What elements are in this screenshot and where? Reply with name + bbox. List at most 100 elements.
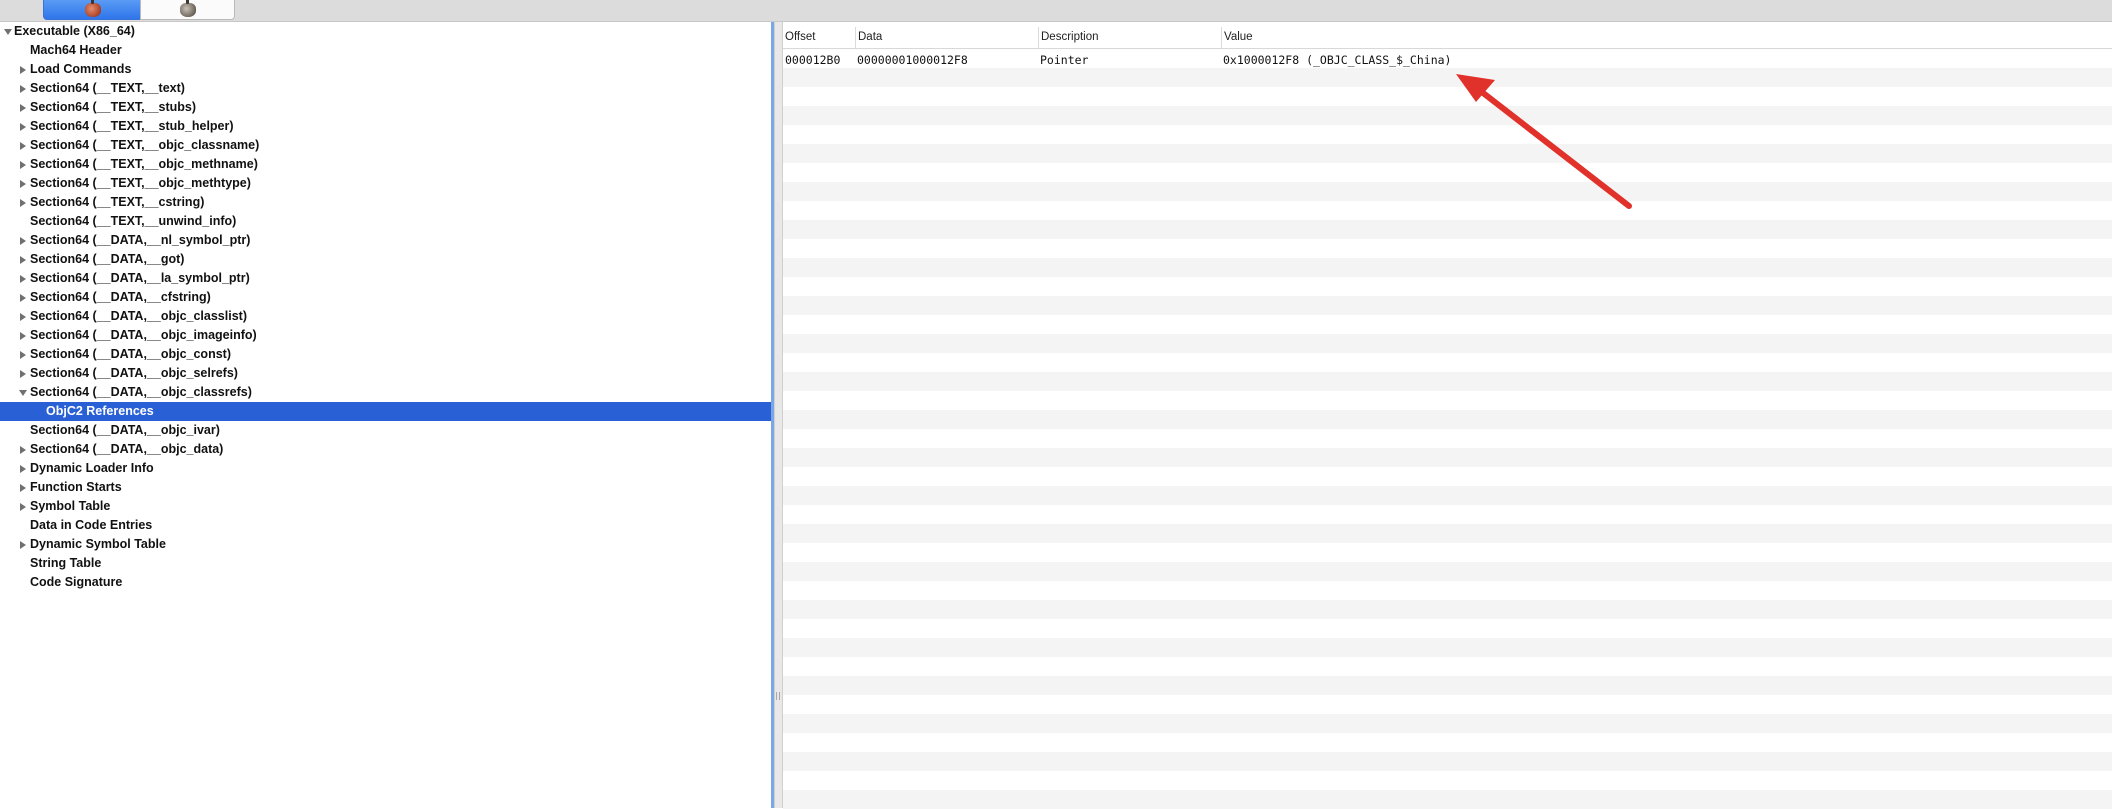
table-header: Offset Data Description Value [783, 27, 2112, 49]
tree-item[interactable]: Section64 (__DATA,__objc_classlist) [0, 307, 771, 326]
tree-item-label: Section64 (__TEXT,__objc_methname) [30, 157, 258, 171]
tree-item[interactable]: ObjC2 References [0, 402, 771, 421]
disclosure-triangle-right-icon[interactable] [20, 85, 26, 93]
tree-item-label: Section64 (__DATA,__la_symbol_ptr) [30, 271, 250, 285]
table-stripe [783, 144, 2112, 163]
disclosure-triangle-right-icon[interactable] [20, 313, 26, 321]
disclosure-triangle-right-icon[interactable] [20, 503, 26, 511]
table-stripe [783, 486, 2112, 505]
table-stripe [783, 372, 2112, 391]
tree-item[interactable]: Function Starts [0, 478, 771, 497]
tree-item[interactable]: Section64 (__TEXT,__objc_classname) [0, 136, 771, 155]
splitter[interactable] [774, 22, 783, 808]
tree-item[interactable]: Section64 (__DATA,__objc_imageinfo) [0, 326, 771, 345]
disclosure-triangle-right-icon[interactable] [20, 351, 26, 359]
tree-item-label: Mach64 Header [30, 43, 122, 57]
table-stripe [783, 619, 2112, 638]
tree-item[interactable]: Section64 (__DATA,__objc_const) [0, 345, 771, 364]
cell-data: 00000001000012F8 [857, 53, 968, 67]
column-header-description[interactable]: Description [1038, 27, 1221, 48]
tree-item[interactable]: Section64 (__TEXT,__stub_helper) [0, 117, 771, 136]
disclosure-triangle-right-icon[interactable] [20, 161, 26, 169]
disclosure-triangle-right-icon[interactable] [20, 237, 26, 245]
disclosure-triangle-right-icon[interactable] [20, 541, 26, 549]
disclosure-triangle-right-icon[interactable] [20, 332, 26, 340]
segment-red-app[interactable] [43, 0, 142, 20]
table-stripe [783, 467, 2112, 486]
disclosure-triangle-down-icon[interactable] [19, 390, 27, 396]
column-header-offset[interactable]: Offset [783, 27, 855, 48]
tree-item-label: Section64 (__DATA,__objc_ivar) [30, 423, 220, 437]
disclosure-triangle-right-icon[interactable] [20, 275, 26, 283]
app-icon-red [84, 0, 101, 17]
disclosure-triangle-right-icon[interactable] [20, 123, 26, 131]
tree-item-label: Section64 (__DATA,__nl_symbol_ptr) [30, 233, 251, 247]
tree-item[interactable]: Data in Code Entries [0, 516, 771, 535]
tree-item[interactable]: Section64 (__TEXT,__text) [0, 79, 771, 98]
table-stripe [783, 315, 2112, 334]
disclosure-triangle-right-icon[interactable] [20, 370, 26, 378]
table-stripe [783, 239, 2112, 258]
table-stripe [783, 505, 2112, 524]
tree-item[interactable]: Mach64 Header [0, 41, 771, 60]
table-row[interactable]: 000012B0 00000001000012F8 Pointer 0x1000… [783, 51, 2112, 70]
disclosure-triangle-right-icon[interactable] [20, 294, 26, 302]
tree-item-label: Executable (X86_64) [14, 24, 135, 38]
table-stripe [783, 429, 2112, 448]
column-header-data[interactable]: Data [855, 27, 1038, 48]
data-table: Offset Data Description Value 000012B0 0… [783, 22, 2112, 809]
table-stripe [783, 733, 2112, 752]
tree-item-label: Section64 (__DATA,__objc_imageinfo) [30, 328, 257, 342]
tree-item-label: Section64 (__DATA,__objc_data) [30, 442, 224, 456]
disclosure-triangle-right-icon[interactable] [20, 446, 26, 454]
tree-item[interactable]: Section64 (__DATA,__got) [0, 250, 771, 269]
tree-item[interactable]: Section64 (__DATA,__objc_selrefs) [0, 364, 771, 383]
table-stripe [783, 790, 2112, 809]
tree-item[interactable]: Section64 (__TEXT,__cstring) [0, 193, 771, 212]
disclosure-triangle-right-icon[interactable] [20, 484, 26, 492]
disclosure-triangle-right-icon[interactable] [20, 256, 26, 264]
table-stripe [783, 220, 2112, 239]
tree-item-label: String Table [30, 556, 102, 570]
tree-item[interactable]: Section64 (__TEXT,__stubs) [0, 98, 771, 117]
tree-item-label: Section64 (__TEXT,__stubs) [30, 100, 197, 114]
disclosure-triangle-right-icon[interactable] [20, 142, 26, 150]
tree-item[interactable]: Section64 (__DATA,__objc_ivar) [0, 421, 771, 440]
segment-gray-app[interactable] [140, 0, 235, 20]
disclosure-triangle-right-icon[interactable] [20, 66, 26, 74]
disclosure-triangle-right-icon[interactable] [20, 104, 26, 112]
tree-item[interactable]: Code Signature [0, 573, 771, 592]
tree-item-label: Section64 (__TEXT,__objc_methtype) [30, 176, 251, 190]
tree-item[interactable]: Section64 (__TEXT,__unwind_info) [0, 212, 771, 231]
tree-item[interactable]: Section64 (__DATA,__objc_data) [0, 440, 771, 459]
tree-item[interactable]: Section64 (__DATA,__nl_symbol_ptr) [0, 231, 771, 250]
tree-item[interactable]: Section64 (__TEXT,__objc_methname) [0, 155, 771, 174]
disclosure-triangle-right-icon[interactable] [20, 199, 26, 207]
tree-item-label: Section64 (__TEXT,__cstring) [30, 195, 205, 209]
tree-item[interactable]: Section64 (__TEXT,__objc_methtype) [0, 174, 771, 193]
disclosure-triangle-right-icon[interactable] [20, 465, 26, 473]
table-stripe [783, 543, 2112, 562]
tree-item[interactable]: Section64 (__DATA,__la_symbol_ptr) [0, 269, 771, 288]
tree-item[interactable]: Section64 (__DATA,__objc_classrefs) [0, 383, 771, 402]
table-stripe [783, 334, 2112, 353]
tree-item-label: Section64 (__DATA,__objc_const) [30, 347, 231, 361]
tree-item-label: Section64 (__DATA,__cfstring) [30, 290, 211, 304]
tree-item[interactable]: Dynamic Loader Info [0, 459, 771, 478]
tree-item[interactable]: Section64 (__DATA,__cfstring) [0, 288, 771, 307]
tree-item[interactable]: String Table [0, 554, 771, 573]
tree-item-label: Section64 (__DATA,__objc_classlist) [30, 309, 247, 323]
tree-item[interactable]: Executable (X86_64) [0, 22, 771, 41]
splitter-grip[interactable] [776, 692, 780, 700]
table-stripe [783, 695, 2112, 714]
table-stripe [783, 676, 2112, 695]
tree-item-label: Symbol Table [30, 499, 111, 513]
tree-item[interactable]: Symbol Table [0, 497, 771, 516]
tree-item[interactable]: Load Commands [0, 60, 771, 79]
column-header-value[interactable]: Value [1221, 27, 2112, 48]
disclosure-triangle-down-icon[interactable] [4, 29, 12, 35]
tree-item[interactable]: Dynamic Symbol Table [0, 535, 771, 554]
disclosure-triangle-right-icon[interactable] [20, 180, 26, 188]
table-stripe [783, 163, 2112, 182]
table-stripe [783, 771, 2112, 790]
